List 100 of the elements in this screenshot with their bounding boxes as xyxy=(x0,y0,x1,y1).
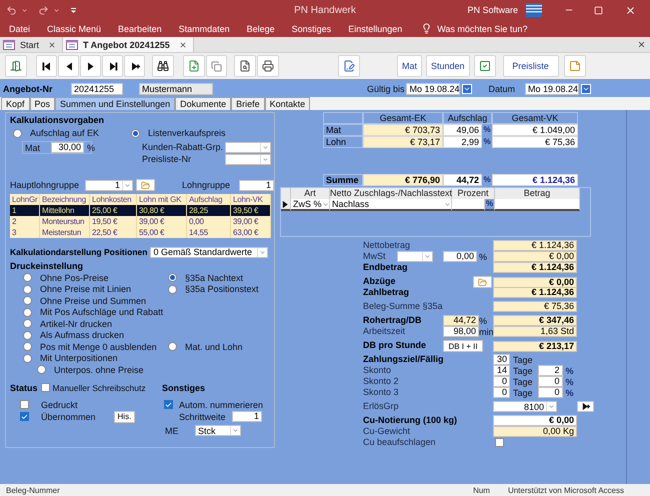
radio-button[interactable] xyxy=(168,342,177,352)
input-field[interactable]: 0 xyxy=(538,376,563,387)
input-field[interactable]: 0 xyxy=(493,387,510,398)
dropdown-button[interactable] xyxy=(581,84,591,94)
menu-item[interactable]: Datei xyxy=(9,24,30,34)
table-cell[interactable]: 39,00 € xyxy=(231,216,271,227)
preview-button[interactable] xyxy=(234,55,256,77)
checkbox[interactable] xyxy=(495,438,504,447)
first-record-button[interactable] xyxy=(36,55,57,77)
undo-icon[interactable] xyxy=(6,4,17,16)
close-icon[interactable] xyxy=(178,40,187,48)
input-field[interactable]: 0 xyxy=(493,376,510,387)
input-field[interactable]: 49,06 xyxy=(443,124,482,136)
close-icon[interactable] xyxy=(637,40,646,49)
copy-button[interactable] xyxy=(206,55,227,77)
tab[interactable]: Briefe xyxy=(231,97,265,110)
radio-button[interactable] xyxy=(131,128,140,138)
toolbar-button[interactable]: Stunden xyxy=(426,55,470,77)
note-button[interactable] xyxy=(564,55,586,77)
table-cell[interactable]: 3 xyxy=(10,227,40,238)
new-document-button[interactable] xyxy=(183,55,205,77)
input-field[interactable] xyxy=(495,199,580,211)
input-field[interactable]: 1 xyxy=(239,180,274,190)
table-cell[interactable]: 2 xyxy=(10,216,40,227)
new-record-button[interactable] xyxy=(124,55,145,77)
input-field[interactable]: 2 xyxy=(538,365,563,376)
tab[interactable]: Dokumente xyxy=(175,97,232,110)
radio-button[interactable] xyxy=(168,273,177,282)
table-cell[interactable]: 30,80 € xyxy=(137,205,187,216)
input-field[interactable]: 30 xyxy=(493,354,510,365)
checkbox[interactable] xyxy=(20,400,29,409)
table-cell[interactable]: Monteurstun xyxy=(40,216,90,227)
menu-item[interactable]: Stammdaten xyxy=(178,24,230,34)
radio-button[interactable] xyxy=(168,284,177,294)
checkbox[interactable] xyxy=(20,412,29,421)
input-field[interactable]: 0,00 xyxy=(443,251,477,262)
date-field[interactable]: Mo 19.08.24 xyxy=(406,82,460,94)
table-cell[interactable]: 63,00 € xyxy=(231,227,271,238)
row-selector[interactable] xyxy=(281,199,291,211)
edit-button[interactable] xyxy=(338,55,360,77)
menu-item[interactable]: Sonstiges xyxy=(292,24,332,34)
menu-item[interactable]: Bearbeiten xyxy=(118,24,162,34)
radio-button[interactable] xyxy=(23,284,32,294)
input-field[interactable]: € 0,00 xyxy=(493,415,577,426)
toolbar-button[interactable]: Mat xyxy=(397,55,422,77)
folder-button[interactable] xyxy=(473,276,492,288)
db-button[interactable]: DB I + II xyxy=(443,340,483,352)
type-dropdown[interactable]: ZwS % xyxy=(291,199,330,211)
table-cell[interactable]: 55,00 € xyxy=(137,227,187,238)
table-cell[interactable]: 25,00 € xyxy=(90,205,137,216)
input-field[interactable]: 14 xyxy=(493,365,510,376)
table-cell[interactable]: 39,00 € xyxy=(137,216,187,227)
input-field[interactable]: 98,00 xyxy=(443,326,479,337)
table-cell[interactable]: 1 xyxy=(10,205,40,216)
dropdown-button[interactable] xyxy=(462,84,472,94)
document-tab[interactable]: T Angebot 20241255 xyxy=(63,37,194,52)
toolbar-button[interactable]: Preisliste xyxy=(502,55,559,77)
document-tab[interactable]: Start xyxy=(0,37,64,52)
table-cell[interactable]: Meisterstun xyxy=(40,227,90,238)
menu-item[interactable]: Einstellungen xyxy=(348,24,402,34)
caret-icon[interactable] xyxy=(21,6,28,14)
checkbox[interactable] xyxy=(40,383,50,392)
tell-me-field[interactable]: Was möchten Sie tun? xyxy=(437,24,528,34)
customize-icon[interactable] xyxy=(70,6,77,14)
table-cell[interactable]: Mittellohn xyxy=(40,205,90,216)
radio-button[interactable] xyxy=(23,273,32,282)
dropdown[interactable] xyxy=(225,154,271,164)
tab[interactable]: Kopf xyxy=(1,97,30,110)
table-cell[interactable]: 19,50 € xyxy=(90,216,137,227)
new-record-button[interactable] xyxy=(577,401,594,412)
folder-button[interactable] xyxy=(136,179,155,191)
date-field[interactable]: Mo 19.08.24 xyxy=(525,82,579,94)
radio-button[interactable] xyxy=(23,296,32,306)
radio-button[interactable] xyxy=(23,319,32,328)
redo-icon[interactable] xyxy=(38,4,49,16)
radio-button[interactable] xyxy=(37,365,46,374)
input-field[interactable] xyxy=(452,199,485,211)
table-cell[interactable]: 28,25 xyxy=(187,205,231,216)
checkbox[interactable] xyxy=(164,400,173,409)
tab[interactable]: Summen und Einstellungen xyxy=(55,97,176,110)
dropdown[interactable]: 8100 xyxy=(493,401,557,412)
radio-button[interactable] xyxy=(13,128,22,138)
dropdown[interactable]: Stck xyxy=(195,425,241,436)
maximize-icon[interactable] xyxy=(594,6,603,14)
menu-item[interactable]: Belege xyxy=(246,24,275,34)
radio-button[interactable] xyxy=(23,354,32,363)
input-field[interactable]: 20241255 xyxy=(71,82,123,94)
menu-item[interactable]: Classic Menü xyxy=(47,24,102,34)
dropdown[interactable]: 1 xyxy=(85,180,133,190)
search-button[interactable] xyxy=(152,55,174,77)
text-dropdown[interactable]: Nachlass xyxy=(330,199,452,211)
table-cell[interactable]: 39,50 € xyxy=(231,205,271,216)
next-record-button[interactable] xyxy=(80,55,101,77)
table-cell[interactable]: 22,50 € xyxy=(90,227,137,238)
radio-button[interactable] xyxy=(23,330,32,340)
table-cell[interactable]: 14,55 xyxy=(187,227,231,238)
history-button[interactable]: His. xyxy=(114,410,136,422)
input-field[interactable]: 2,99 xyxy=(443,136,482,148)
input-field[interactable]: 0 xyxy=(538,387,563,398)
check-button[interactable] xyxy=(474,55,496,77)
